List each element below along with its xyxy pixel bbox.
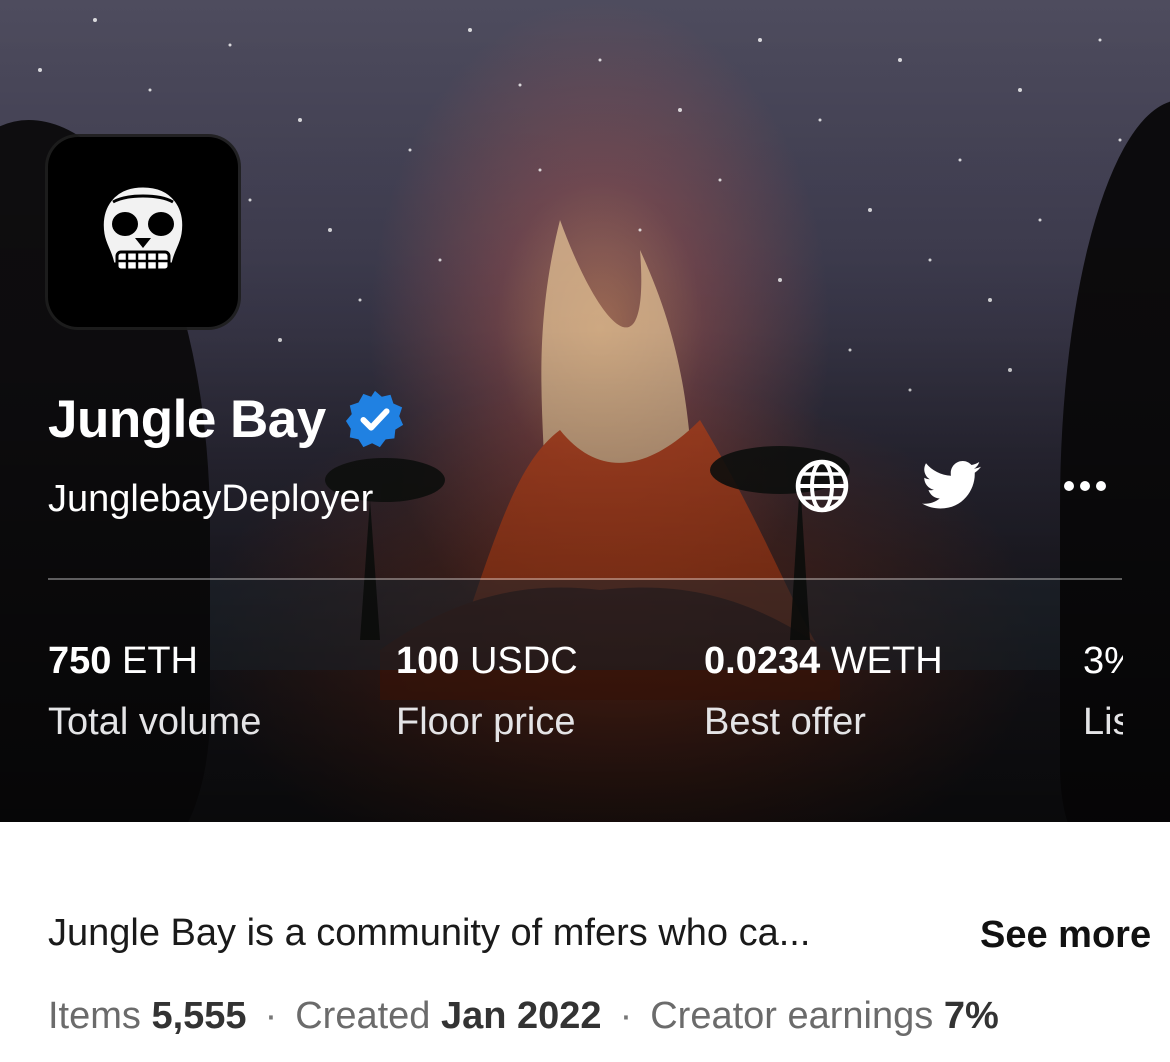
earnings-label: Creator earnings [650, 995, 934, 1037]
stat-label: Best offer [704, 701, 866, 743]
verified-badge-icon [345, 390, 403, 448]
earnings-value: 7% [943, 995, 999, 1037]
collection-banner: Jungle Bay JunglebayDeployer 750 ETH Tot… [0, 0, 1170, 822]
created-date: Jan 2022 [440, 995, 602, 1037]
separator: · [264, 995, 278, 1037]
collection-title: Jungle Bay [48, 389, 326, 449]
stat-unit: USDC [469, 640, 578, 682]
stat-total-volume[interactable]: 750 ETH Total volume [48, 640, 261, 744]
stat-listed[interactable]: 3% Listed [1083, 640, 1123, 744]
stat-unit: WETH [830, 640, 943, 682]
stat-label: Listed [1083, 701, 1123, 743]
collection-meta: Items 5,555 · Created Jan 2022 · Creator ear… [48, 995, 999, 1038]
stat-best-offer[interactable]: 0.0234 WETH Best offer [704, 640, 943, 744]
stat-label: Total volume [48, 701, 262, 743]
separator: · [619, 995, 633, 1037]
stat-unit: ETH [121, 640, 198, 682]
stat-value: 750 [48, 640, 112, 682]
skull-logo [100, 184, 186, 272]
header-divider [48, 578, 1122, 580]
stat-label: Floor price [396, 701, 576, 743]
stat-value: 100 [396, 640, 460, 682]
more-options-button[interactable] [1055, 456, 1115, 516]
items-count: 5,555 [151, 995, 247, 1037]
stat-value: 3% [1083, 640, 1123, 682]
created-label: Created [295, 995, 431, 1037]
stat-value: 0.0234 [704, 640, 821, 682]
website-button[interactable] [792, 456, 852, 516]
creator-handle[interactable]: JunglebayDeployer [48, 478, 373, 521]
collection-avatar[interactable] [48, 137, 238, 327]
see-more-link[interactable]: See more [980, 914, 1151, 957]
items-label: Items [48, 995, 141, 1037]
more-dots-icon [1064, 481, 1106, 491]
stat-floor-price[interactable]: 100 USDC Floor price [396, 640, 578, 744]
twitter-button[interactable] [922, 456, 982, 516]
twitter-bird-icon [922, 461, 981, 509]
collection-description: Jungle Bay is a community of mfers who c… [48, 912, 811, 954]
globe-icon [795, 459, 849, 513]
